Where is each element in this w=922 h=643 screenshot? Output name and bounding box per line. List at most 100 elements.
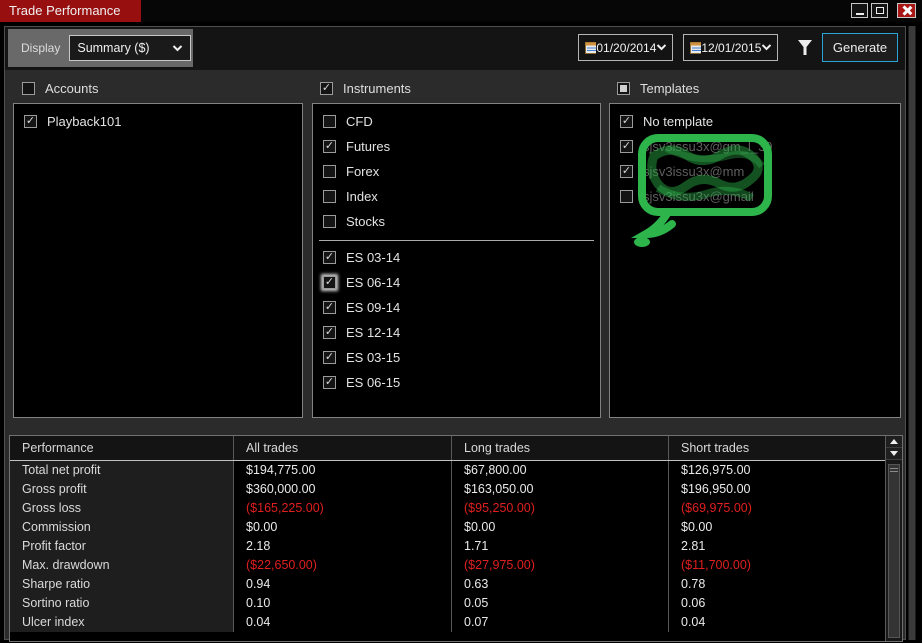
cell-value: ($69,975.00) bbox=[668, 499, 885, 518]
instrument-type-label: Futures bbox=[346, 139, 391, 154]
instrument-type-checkbox[interactable] bbox=[323, 215, 336, 228]
row-label: Sharpe ratio bbox=[10, 575, 233, 594]
instrument-type-checkbox[interactable] bbox=[323, 190, 336, 203]
instrument-type-checkbox[interactable] bbox=[323, 165, 336, 178]
templates-header-label: Templates bbox=[640, 80, 700, 96]
cell-value: 0.07 bbox=[451, 613, 668, 632]
instrument-type-item[interactable]: Index bbox=[313, 184, 600, 209]
templates-section-header: Templates bbox=[617, 80, 699, 96]
title-bar: Trade Performance bbox=[0, 0, 922, 22]
minimize-icon bbox=[855, 13, 864, 15]
instruments-header-checkbox[interactable] bbox=[320, 81, 333, 95]
contract-item[interactable]: ES 12-14 bbox=[313, 320, 600, 345]
cell-value: $0.00 bbox=[233, 518, 451, 537]
date-to-picker[interactable]: 12/01/2015 bbox=[683, 34, 778, 61]
chevron-down-icon bbox=[173, 44, 183, 51]
cell-value: 0.10 bbox=[233, 594, 451, 613]
template-label: sjsv3issu3x@gmail bbox=[643, 189, 754, 204]
templates-header-checkbox[interactable] bbox=[617, 81, 630, 95]
row-label: Ulcer index bbox=[10, 613, 233, 632]
cell-value: ($95,250.00) bbox=[451, 499, 668, 518]
filter-button[interactable] bbox=[797, 39, 813, 61]
contract-item[interactable]: ES 06-14 bbox=[313, 270, 600, 295]
contract-label: ES 03-14 bbox=[346, 250, 401, 265]
contract-checkbox[interactable] bbox=[323, 326, 336, 339]
templates-panel: No template sjsv3issu3x@gm_l_39 sjsv3iss… bbox=[609, 103, 901, 418]
instrument-type-label: Stocks bbox=[346, 214, 386, 229]
contract-checkbox[interactable] bbox=[323, 251, 336, 264]
column-header-performance[interactable]: Performance bbox=[10, 436, 233, 460]
contract-checkbox[interactable] bbox=[323, 276, 336, 289]
contract-item[interactable]: ES 03-15 bbox=[313, 345, 600, 370]
table-row: Profit factor 2.18 1.71 2.81 bbox=[10, 537, 902, 556]
date-from-picker[interactable]: 01/20/2014 bbox=[578, 34, 673, 61]
instrument-type-item[interactable]: Futures bbox=[313, 134, 600, 159]
column-header-long-trades[interactable]: Long trades bbox=[451, 436, 668, 460]
cell-value: 0.06 bbox=[668, 594, 885, 613]
cell-value: ($11,700.00) bbox=[668, 556, 885, 575]
row-label: Gross loss bbox=[10, 499, 233, 518]
table-header-row: Performance All trades Long trades Short… bbox=[10, 436, 902, 461]
instrument-type-label: CFD bbox=[346, 114, 373, 129]
table-row: Total net profit $194,775.00 $67,800.00 … bbox=[10, 461, 902, 480]
cell-value: ($165,225.00) bbox=[233, 499, 451, 518]
column-header-all-trades[interactable]: All trades bbox=[233, 436, 451, 460]
chevron-down-icon bbox=[657, 44, 666, 51]
contract-checkbox[interactable] bbox=[323, 376, 336, 389]
instrument-type-item[interactable]: Stocks bbox=[313, 209, 600, 234]
template-checkbox[interactable] bbox=[620, 190, 633, 203]
column-header-short-trades[interactable]: Short trades bbox=[668, 436, 885, 460]
calendar-icon bbox=[585, 42, 597, 54]
minimize-button[interactable] bbox=[851, 3, 868, 18]
cell-value: $194,775.00 bbox=[233, 461, 451, 480]
display-dropdown[interactable]: Summary ($) bbox=[69, 35, 192, 61]
contract-label: ES 12-14 bbox=[346, 325, 401, 340]
template-checkbox[interactable] bbox=[620, 115, 633, 128]
template-label: sjsv3issu3x@mm bbox=[643, 164, 745, 179]
cell-value: $360,000.00 bbox=[233, 480, 451, 499]
close-icon bbox=[902, 6, 911, 15]
date-from-value: 01/20/2014 bbox=[596, 40, 657, 55]
scrollbar-grip-icon bbox=[890, 468, 898, 472]
account-item[interactable]: Playback101 bbox=[14, 109, 302, 134]
table-scrollbar[interactable] bbox=[885, 436, 902, 641]
row-label: Gross profit bbox=[10, 480, 233, 499]
table-row: Ulcer index 0.04 0.07 0.04 bbox=[10, 613, 902, 632]
template-item[interactable]: No template bbox=[610, 109, 900, 134]
cell-value: ($27,975.00) bbox=[451, 556, 668, 575]
maximize-button[interactable] bbox=[871, 3, 888, 18]
contract-item[interactable]: ES 09-14 bbox=[313, 295, 600, 320]
template-item[interactable]: sjsv3issu3x@gm_l_39 bbox=[610, 134, 900, 159]
scrollbar-thumb[interactable] bbox=[888, 464, 900, 638]
contract-label: ES 09-14 bbox=[346, 300, 401, 315]
contract-item[interactable]: ES 03-14 bbox=[313, 245, 600, 270]
template-item[interactable]: sjsv3issu3x@mm bbox=[610, 159, 900, 184]
account-checkbox[interactable] bbox=[24, 115, 37, 128]
display-dropdown-value: Summary ($) bbox=[77, 41, 150, 55]
template-checkbox[interactable] bbox=[620, 165, 633, 178]
scroll-down-button[interactable] bbox=[886, 448, 902, 460]
template-checkbox[interactable] bbox=[620, 140, 633, 153]
accounts-header-checkbox[interactable] bbox=[22, 81, 35, 95]
cell-value: $0.00 bbox=[668, 518, 885, 537]
contract-checkbox[interactable] bbox=[323, 351, 336, 364]
instruments-header-label: Instruments bbox=[343, 80, 411, 96]
scroll-up-button[interactable] bbox=[886, 436, 902, 448]
instruments-panel: CFD Futures Forex Index Stocks ES 03-14 … bbox=[312, 103, 601, 418]
row-label: Profit factor bbox=[10, 537, 233, 556]
date-to-value: 12/01/2015 bbox=[701, 40, 762, 55]
close-button[interactable] bbox=[897, 3, 916, 18]
instrument-type-item[interactable]: CFD bbox=[313, 109, 600, 134]
instrument-type-item[interactable]: Forex bbox=[313, 159, 600, 184]
instrument-type-checkbox[interactable] bbox=[323, 115, 336, 128]
display-label: Display bbox=[21, 41, 61, 55]
template-item[interactable]: sjsv3issu3x@gmail bbox=[610, 184, 900, 209]
cell-value: $196,950.00 bbox=[668, 480, 885, 499]
template-label: No template bbox=[643, 114, 714, 129]
instrument-type-checkbox[interactable] bbox=[323, 140, 336, 153]
cell-value: $67,800.00 bbox=[451, 461, 668, 480]
contract-checkbox[interactable] bbox=[323, 301, 336, 314]
contract-item[interactable]: ES 06-15 bbox=[313, 370, 600, 395]
generate-button[interactable]: Generate bbox=[822, 33, 898, 62]
row-label: Max. drawdown bbox=[10, 556, 233, 575]
